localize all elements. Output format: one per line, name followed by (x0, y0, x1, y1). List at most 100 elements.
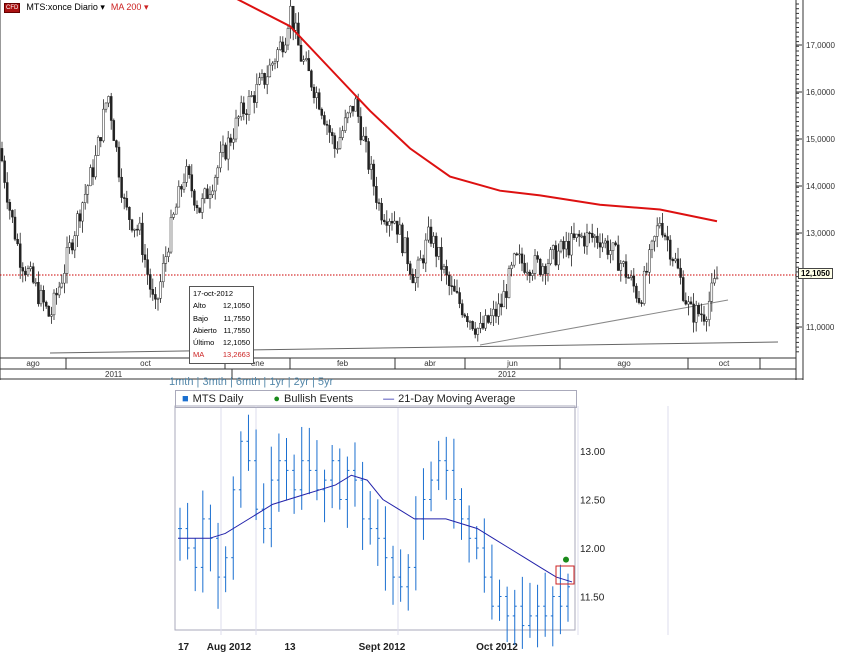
symbol-selector[interactable]: MTS:xonce Diario ▾ (26, 2, 105, 13)
candle-body (312, 86, 316, 98)
current-price-label: 12,1050 (798, 268, 833, 279)
range-1mth[interactable]: 1mth (169, 376, 193, 388)
candle-body (26, 268, 30, 276)
candle-body (650, 240, 654, 251)
candle-body (492, 308, 495, 317)
candle-body (39, 289, 43, 305)
ma-selector[interactable]: MA 200 ▾ (111, 2, 149, 13)
ma-line-icon: — (383, 393, 395, 405)
candle-body (609, 250, 612, 255)
candle-body (681, 277, 685, 301)
daily-square-icon: ■ (182, 393, 189, 405)
candle-body (180, 186, 183, 190)
candle-body (52, 292, 56, 316)
candle-body (434, 235, 438, 257)
candle-body (499, 303, 503, 308)
candle-body (203, 188, 207, 199)
candle-body (585, 232, 589, 247)
legend-ma21: 21-Day Moving Average (398, 393, 516, 405)
candle-body (143, 254, 147, 260)
range-5yr[interactable]: 5yr (318, 376, 333, 388)
candle-body (580, 235, 584, 238)
candle-body (702, 314, 706, 322)
candle-body (440, 246, 443, 270)
candle-body (172, 213, 175, 218)
x-tick-label: Sept 2012 (359, 642, 406, 653)
separator: | (308, 376, 318, 388)
candle-body (692, 303, 695, 323)
candle-body (416, 259, 420, 278)
candle-body (112, 120, 116, 141)
candle-body (479, 322, 482, 329)
candle-body (512, 253, 516, 266)
y-tick-label: 11,0000 (806, 323, 835, 332)
candle-body (445, 266, 448, 276)
candle-body (247, 95, 251, 115)
candle-body (216, 167, 220, 178)
candle-body (29, 266, 32, 270)
range-3mth[interactable]: 3mth (202, 376, 226, 388)
candle-body (89, 167, 92, 187)
candle-body (213, 177, 217, 192)
candle-body (336, 148, 339, 150)
candle-body (481, 322, 485, 329)
candle-body (687, 301, 690, 305)
candle-body (616, 244, 620, 271)
candle-body (510, 264, 513, 269)
candle-body (611, 242, 615, 251)
candle-body (671, 258, 675, 262)
candle-body (359, 116, 363, 141)
candle-body (81, 202, 84, 222)
y-tick-label: 12.00 (580, 544, 605, 555)
candle-body (476, 328, 480, 335)
candle-body (642, 270, 646, 304)
candle-body (486, 315, 490, 323)
candle-body (489, 315, 493, 323)
candle-body (37, 282, 40, 305)
candle-body (83, 193, 87, 203)
candle-body (76, 213, 79, 236)
candle-body (528, 271, 532, 276)
candle-body (130, 219, 134, 231)
candle-body (13, 216, 17, 240)
separator: | (226, 376, 236, 388)
candle-body (390, 221, 394, 224)
candle-body (349, 105, 352, 114)
candle-body (377, 202, 381, 204)
candle-body (237, 116, 240, 119)
candle-body (536, 255, 539, 260)
bullish-event-marker (563, 556, 569, 563)
candle-body (68, 242, 71, 248)
candle-body (632, 275, 636, 287)
trendline (49, 341, 779, 354)
tooltip-key: Abierto (193, 325, 217, 335)
range-1yr[interactable]: 1yr (269, 376, 284, 388)
candle-body (388, 221, 391, 226)
tooltip-value: 11,7550 (223, 325, 250, 335)
candle-body (406, 237, 409, 265)
candle-body (164, 256, 168, 264)
candle-body (128, 206, 131, 220)
candle-body (518, 253, 521, 256)
candle-body (133, 228, 136, 231)
candle-body (450, 285, 454, 287)
candle-body (395, 220, 399, 235)
candle-body (354, 98, 357, 112)
tooltip-value: 11,7550 (223, 313, 250, 323)
range-6mth[interactable]: 6mth (236, 376, 260, 388)
x-tick-label: 17 (178, 642, 190, 653)
candle-body (372, 163, 376, 187)
candle-body (211, 190, 214, 196)
candle-body (546, 263, 550, 275)
candle-body (700, 313, 703, 316)
candle-body (429, 226, 433, 244)
candle-body (229, 137, 233, 143)
candle-body (242, 102, 246, 114)
candle-body (208, 194, 212, 199)
data-tooltip: 17-oct-2012 Alto 12,1050 Bajo 11,7550 Abiert… (189, 286, 254, 364)
candle-body (614, 242, 617, 246)
range-2yr[interactable]: 2yr (294, 376, 309, 388)
candle-body (24, 270, 27, 276)
candle-body (135, 228, 139, 231)
candle-body (707, 301, 711, 320)
